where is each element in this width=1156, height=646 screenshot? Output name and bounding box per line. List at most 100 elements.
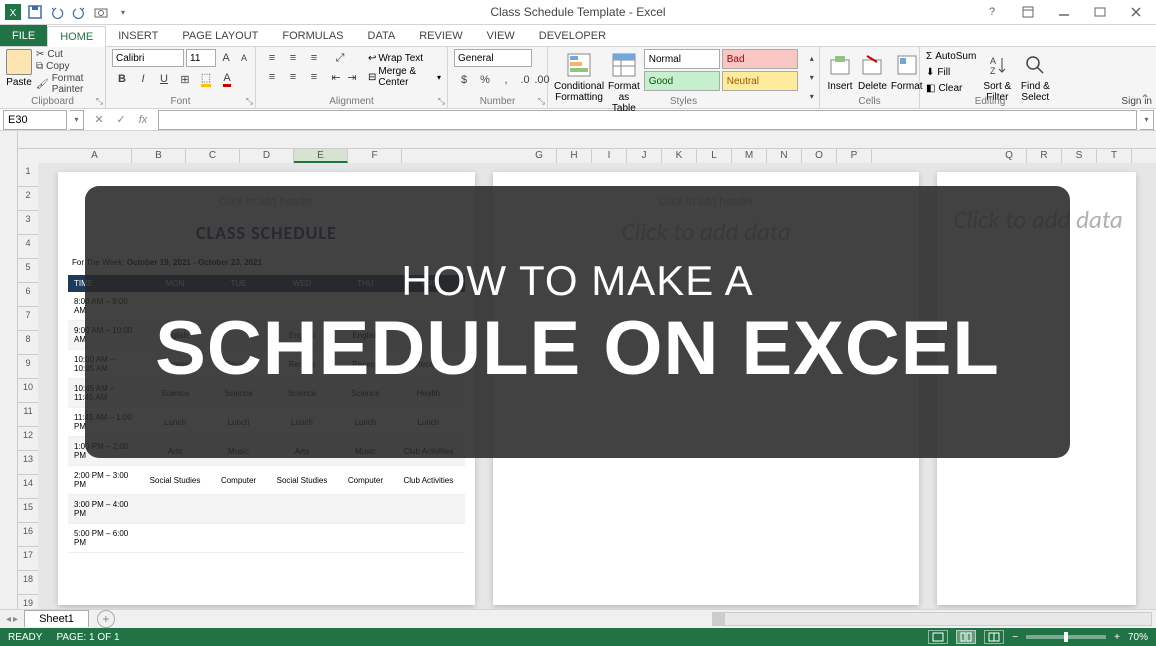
underline-button[interactable]: U bbox=[154, 70, 174, 88]
clear-button[interactable]: ◧Clear bbox=[926, 81, 976, 96]
conditional-formatting-button[interactable]: Conditional Formatting bbox=[554, 49, 604, 103]
collapse-ribbon-icon[interactable]: ⌃ bbox=[1140, 92, 1150, 106]
tab-formulas[interactable]: FORMULAS bbox=[270, 25, 355, 46]
autosum-button[interactable]: ΣAutoSum bbox=[926, 49, 976, 64]
bold-button[interactable]: B bbox=[112, 70, 132, 88]
align-left-icon[interactable]: ≡ bbox=[262, 68, 282, 86]
formula-expand-icon[interactable]: ▾ bbox=[1140, 110, 1154, 130]
sheet-nav-last-icon[interactable]: ▸ bbox=[13, 614, 18, 625]
orientation-icon[interactable]: ⤢ bbox=[328, 49, 352, 67]
tab-review[interactable]: REVIEW bbox=[407, 25, 474, 46]
close-icon[interactable] bbox=[1124, 2, 1148, 22]
col-header[interactable]: P bbox=[837, 149, 872, 163]
style-good[interactable]: Good bbox=[644, 71, 720, 91]
name-box[interactable]: E30 bbox=[3, 110, 67, 130]
grow-font-icon[interactable]: A bbox=[218, 49, 234, 67]
cancel-formula-icon[interactable]: ✕ bbox=[88, 110, 110, 130]
delete-cells-button[interactable]: Delete bbox=[858, 49, 887, 92]
enter-formula-icon[interactable]: ✓ bbox=[110, 110, 132, 130]
zoom-slider[interactable] bbox=[1026, 635, 1106, 639]
save-icon[interactable] bbox=[26, 3, 44, 21]
qat-dropdown-icon[interactable]: ▾ bbox=[114, 3, 132, 21]
fx-icon[interactable]: fx bbox=[132, 110, 154, 130]
font-color-button[interactable]: A bbox=[217, 70, 237, 88]
redo-icon[interactable] bbox=[70, 3, 88, 21]
style-neutral[interactable]: Neutral bbox=[722, 71, 798, 91]
col-header[interactable]: E bbox=[294, 149, 348, 163]
font-name-input[interactable] bbox=[112, 49, 184, 67]
zoom-level[interactable]: 70% bbox=[1128, 632, 1148, 643]
wrap-text-button[interactable]: ↩Wrap Text bbox=[368, 49, 441, 67]
col-header[interactable]: B bbox=[132, 149, 186, 163]
tab-page-layout[interactable]: PAGE LAYOUT bbox=[170, 25, 270, 46]
tab-data[interactable]: DATA bbox=[356, 25, 408, 46]
row-header[interactable]: 5 bbox=[18, 259, 38, 283]
tab-insert[interactable]: INSERT bbox=[106, 25, 170, 46]
align-center-icon[interactable]: ≡ bbox=[283, 68, 303, 86]
col-header[interactable]: C bbox=[186, 149, 240, 163]
align-top-icon[interactable]: ≡ bbox=[262, 49, 282, 67]
undo-icon[interactable] bbox=[48, 3, 66, 21]
row-header[interactable]: 15 bbox=[18, 499, 38, 523]
tab-view[interactable]: VIEW bbox=[475, 25, 527, 46]
ribbon-display-icon[interactable] bbox=[1016, 2, 1040, 22]
col-header[interactable]: T bbox=[1097, 149, 1132, 163]
sort-filter-button[interactable]: AZSort & Filter bbox=[980, 49, 1014, 103]
add-sheet-button[interactable]: + bbox=[97, 610, 115, 628]
comma-icon[interactable]: , bbox=[496, 71, 516, 89]
row-header[interactable]: 16 bbox=[18, 523, 38, 547]
col-header[interactable]: O bbox=[802, 149, 837, 163]
camera-icon[interactable] bbox=[92, 3, 110, 21]
row-header[interactable]: 10 bbox=[18, 379, 38, 403]
align-middle-icon[interactable]: ≡ bbox=[283, 49, 303, 67]
row-header[interactable]: 9 bbox=[18, 355, 38, 379]
row-header[interactable]: 8 bbox=[18, 331, 38, 355]
row-header[interactable]: 1 bbox=[18, 163, 38, 187]
font-launcher-icon[interactable]: ⤡ bbox=[246, 96, 253, 107]
align-bottom-icon[interactable]: ≡ bbox=[304, 49, 324, 67]
border-button[interactable]: ⊞ bbox=[175, 70, 195, 88]
col-header[interactable]: I bbox=[592, 149, 627, 163]
merge-center-button[interactable]: ⊟Merge & Center▾ bbox=[368, 68, 441, 86]
styles-down-icon[interactable]: ▾ bbox=[804, 68, 820, 86]
increase-decimal-icon[interactable]: .0 bbox=[517, 71, 533, 89]
zoom-out-icon[interactable]: − bbox=[1012, 632, 1018, 643]
col-header[interactable]: J bbox=[627, 149, 662, 163]
row-header[interactable]: 14 bbox=[18, 475, 38, 499]
row-header[interactable]: 17 bbox=[18, 547, 38, 571]
style-normal[interactable]: Normal bbox=[644, 49, 720, 69]
normal-view-icon[interactable] bbox=[928, 630, 948, 644]
fill-button[interactable]: ⬇Fill bbox=[926, 65, 976, 80]
tab-file[interactable]: FILE bbox=[0, 25, 47, 46]
format-painter-button[interactable]: 🖌Format Painter bbox=[36, 73, 99, 95]
cut-button[interactable]: ✂Cut bbox=[36, 49, 99, 60]
align-right-icon[interactable]: ≡ bbox=[304, 68, 324, 86]
tab-home[interactable]: HOME bbox=[47, 26, 106, 47]
page-layout-view-icon[interactable] bbox=[956, 630, 976, 644]
col-header[interactable]: K bbox=[662, 149, 697, 163]
col-header[interactable]: R bbox=[1027, 149, 1062, 163]
col-header[interactable]: H bbox=[557, 149, 592, 163]
row-header[interactable]: 2 bbox=[18, 187, 38, 211]
font-size-input[interactable] bbox=[186, 49, 216, 67]
row-header[interactable]: 12 bbox=[18, 427, 38, 451]
percent-icon[interactable]: % bbox=[475, 71, 495, 89]
paste-button[interactable]: Paste bbox=[6, 49, 32, 88]
col-header[interactable]: D bbox=[240, 149, 294, 163]
tab-developer[interactable]: DEVELOPER bbox=[527, 25, 618, 46]
sheet-nav-first-icon[interactable]: ◂ bbox=[6, 614, 11, 625]
find-select-button[interactable]: Find & Select bbox=[1018, 49, 1052, 103]
col-header[interactable]: Q bbox=[992, 149, 1027, 163]
row-header[interactable]: 7 bbox=[18, 307, 38, 331]
copy-button[interactable]: ⧉Copy bbox=[36, 61, 99, 72]
clipboard-launcher-icon[interactable]: ⤡ bbox=[96, 96, 103, 107]
col-header[interactable]: S bbox=[1062, 149, 1097, 163]
shrink-font-icon[interactable]: A bbox=[236, 49, 252, 67]
maximize-icon[interactable] bbox=[1088, 2, 1112, 22]
col-header[interactable]: N bbox=[767, 149, 802, 163]
decrease-indent-icon[interactable]: ⇤ bbox=[328, 68, 344, 86]
row-header[interactable]: 18 bbox=[18, 571, 38, 595]
styles-up-icon[interactable]: ▴ bbox=[804, 49, 820, 67]
col-header[interactable]: A bbox=[58, 149, 132, 163]
row-header[interactable]: 4 bbox=[18, 235, 38, 259]
